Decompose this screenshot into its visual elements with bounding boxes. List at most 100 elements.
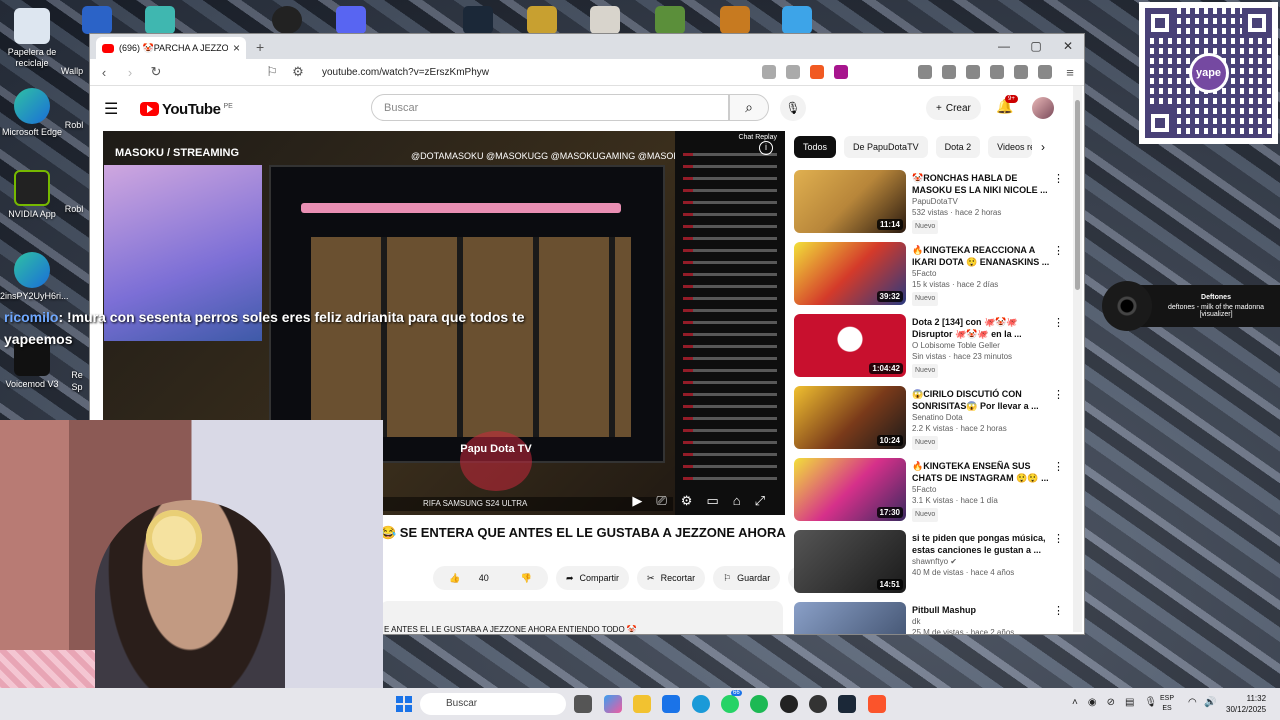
more-options-icon[interactable]: ⋮ xyxy=(1053,388,1064,401)
video-title[interactable]: 🤡RONCHAS HABLA DE MASOKU ES LA NIKI NICO… xyxy=(912,172,1064,196)
desktop-shortcut-peek[interactable]: Re xyxy=(66,370,88,381)
recommendation-item[interactable]: 14:51 si te piden que pongas música, est… xyxy=(794,530,1064,602)
counter-strike-icon[interactable] xyxy=(720,6,750,34)
wifi-icon[interactable]: ◠ xyxy=(1188,697,1197,708)
clip-button[interactable]: ✂ Recortar xyxy=(637,566,706,590)
forward-icon[interactable]: › xyxy=(122,65,138,80)
more-options-icon[interactable]: ⋮ xyxy=(1053,172,1064,185)
more-options-icon[interactable]: ⋮ xyxy=(1053,244,1064,257)
whatsapp-icon[interactable] xyxy=(721,695,739,713)
language-indicator[interactable]: ESP ES xyxy=(1160,694,1174,714)
video-thumbnail[interactable]: 39:32 xyxy=(794,242,906,305)
brave-rewards-icon[interactable] xyxy=(834,65,848,79)
subtitles-icon[interactable]: ⎚ xyxy=(656,493,666,509)
recommendation-item[interactable]: 1:04:42 Dota 2 [134] con 🐙🤡🐙 Disruptor 🐙… xyxy=(794,314,1064,386)
video-thumbnail[interactable]: 14:51 xyxy=(794,530,906,593)
page-scrollbar[interactable] xyxy=(1073,86,1082,632)
extension-icon[interactable] xyxy=(918,65,932,79)
channel-name[interactable]: dk xyxy=(912,616,1064,627)
leo-icon[interactable] xyxy=(1014,65,1028,79)
vpn-icon[interactable] xyxy=(1038,65,1052,79)
cast-icon[interactable]: ⌂ xyxy=(733,493,741,509)
steam-icon[interactable] xyxy=(463,6,493,34)
info-icon[interactable]: i xyxy=(759,141,773,155)
microphone-icon[interactable]: 🎙 xyxy=(1144,697,1157,708)
video-thumbnail[interactable] xyxy=(794,602,906,634)
tray-app-icon[interactable]: ⊘ xyxy=(1107,697,1115,708)
more-options-icon[interactable]: ⋮ xyxy=(1053,532,1064,545)
music-icon[interactable] xyxy=(942,65,956,79)
video-title[interactable]: Pitbull Mashup xyxy=(912,604,1064,616)
recommendation-item[interactable]: 11:14 🤡RONCHAS HABLA DE MASOKU ES LA NIK… xyxy=(794,170,1064,242)
video-title[interactable]: 😱CIRILO DISCUTIÓ CON SONRISITAS😱 Por lle… xyxy=(912,388,1064,412)
share-button[interactable]: ➦ Compartir xyxy=(555,566,630,590)
settings-gear-icon[interactable]: ⚙ xyxy=(681,493,693,509)
start-menu-icon[interactable] xyxy=(396,696,412,712)
video-thumbnail[interactable]: 10:24 xyxy=(794,386,906,449)
video-title[interactable]: 🔥KINGTEKA REACCIONA A IKARI DOTA 😲 ENANA… xyxy=(912,244,1064,268)
pinned-app-icon[interactable] xyxy=(82,6,112,34)
channel-name[interactable]: 5Facto xyxy=(912,484,1064,495)
edge-shortcut-2[interactable]: 2insPY2UyH6ri... xyxy=(0,252,69,302)
channel-name[interactable]: shawnftyo ✔ xyxy=(912,556,1064,567)
crab-game-icon[interactable] xyxy=(590,6,620,34)
site-info-icon[interactable]: ⚙ xyxy=(290,64,306,80)
create-button[interactable]: + Crear xyxy=(926,96,981,120)
video-thumbnail[interactable]: 11:14 xyxy=(794,170,906,233)
desktop-shortcut-peek[interactable]: Robl xyxy=(60,120,88,131)
clock[interactable]: 11:32 30/12/2025 xyxy=(1226,693,1266,715)
recommendation-item[interactable]: 39:32 🔥KINGTEKA REACCIONA A IKARI DOTA 😲… xyxy=(794,242,1064,314)
close-tab-icon[interactable]: × xyxy=(233,41,240,55)
reload-icon[interactable]: ↻ xyxy=(148,64,164,80)
nvidia-shortcut[interactable]: NVIDIA App xyxy=(0,170,64,220)
discord-icon[interactable] xyxy=(336,6,366,34)
volume-icon[interactable]: 🔊 xyxy=(1204,697,1216,708)
minecraft-icon[interactable] xyxy=(655,6,685,34)
game-icon[interactable] xyxy=(527,6,557,34)
more-options-icon[interactable]: ⋮ xyxy=(1053,460,1064,473)
channel-name[interactable]: O Lobisome Toble Geller xyxy=(912,340,1064,351)
brave-icon[interactable] xyxy=(868,695,886,713)
play-icon[interactable]: ▶ xyxy=(632,493,642,509)
copilot-icon[interactable] xyxy=(604,695,622,713)
back-icon[interactable]: ‹ xyxy=(96,65,112,80)
youtube-logo[interactable]: YouTube PE xyxy=(140,101,233,118)
obs-icon[interactable] xyxy=(272,6,302,34)
edge-icon[interactable] xyxy=(692,695,710,713)
recommendation-item[interactable]: 17:30 🔥KINGTEKA ENSEÑA SUS CHATS DE INST… xyxy=(794,458,1064,530)
chip-dota2[interactable]: Dota 2 xyxy=(935,136,981,158)
recommendation-item[interactable]: 10:24 😱CIRILO DISCUTIÓ CON SONRISITAS😱 P… xyxy=(794,386,1064,458)
recommendation-item[interactable]: Pitbull Mashup dk 25 M de vistas · hace … xyxy=(794,602,1064,634)
dislike-button[interactable]: 👎 xyxy=(505,573,548,584)
task-view-icon[interactable] xyxy=(574,695,592,713)
wallet-icon[interactable] xyxy=(990,65,1004,79)
desktop-shortcut-peek[interactable]: Wallp xyxy=(57,66,87,77)
video-description[interactable]: E ANTES EL LE GUSTABA A JEZZONE AHORA EN… xyxy=(380,601,783,634)
steam-icon[interactable] xyxy=(838,695,856,713)
save-button[interactable]: ⚐ Guardar xyxy=(713,566,781,590)
video-thumbnail[interactable]: 1:04:42 xyxy=(794,314,906,377)
maximize-button[interactable]: ▢ xyxy=(1020,34,1052,59)
account-avatar[interactable] xyxy=(1032,97,1054,119)
brave-shield-icon[interactable] xyxy=(810,65,824,79)
url-field[interactable]: youtube.com/watch?v=zErszKmPhyw xyxy=(322,67,752,78)
network-icon[interactable]: ▤ xyxy=(1125,697,1134,708)
game-icon[interactable] xyxy=(782,6,812,34)
search-button[interactable]: ⌕ xyxy=(729,94,769,121)
recycle-bin[interactable]: Papelera de reciclaje xyxy=(0,8,64,69)
more-options-icon[interactable]: ⋮ xyxy=(1053,316,1064,329)
voice-search-icon[interactable]: 🎙 xyxy=(780,95,806,121)
extension-icon[interactable] xyxy=(762,65,776,79)
close-window-button[interactable]: ✕ xyxy=(1052,34,1084,59)
search-input[interactable]: Buscar xyxy=(371,94,729,121)
spotify-icon[interactable] xyxy=(750,695,768,713)
bookmark-icon[interactable]: ⚐ xyxy=(264,64,280,80)
menu-icon[interactable]: ≡ xyxy=(1062,65,1078,80)
chip-papudotatv[interactable]: De PapuDotaTV xyxy=(844,136,928,158)
video-title[interactable]: 🔥KINGTEKA ENSEÑA SUS CHATS DE INSTAGRAM … xyxy=(912,460,1064,484)
desktop-shortcut-peek[interactable]: Robl xyxy=(60,204,88,215)
taskbar-search[interactable]: Buscar xyxy=(420,693,566,715)
desktop-shortcut-peek[interactable]: Sp xyxy=(66,382,88,393)
fullscreen-icon[interactable]: ⤢ xyxy=(755,493,765,509)
voicemod-shortcut[interactable]: Voicemod V3 xyxy=(0,340,64,390)
